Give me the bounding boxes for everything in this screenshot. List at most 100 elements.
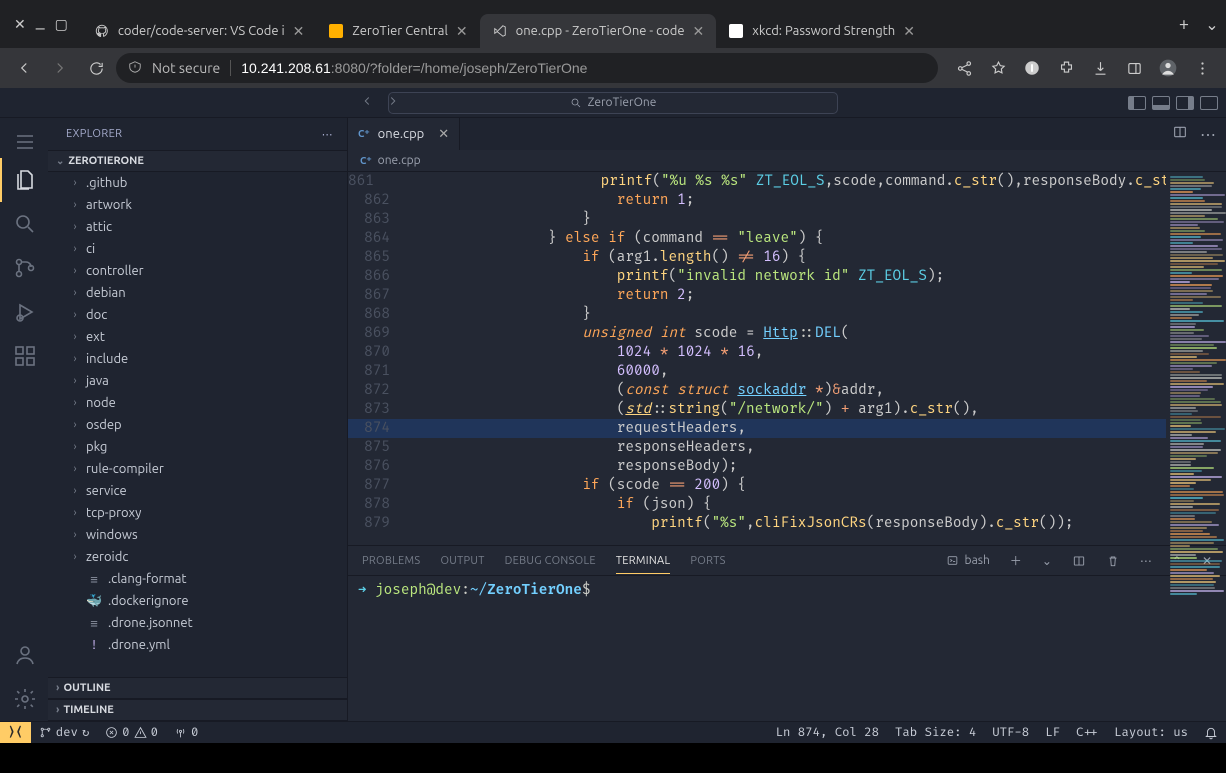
- close-icon[interactable]: ✕: [456, 23, 468, 40]
- code-line[interactable]: 873 (std::string("/network/") + arg1).c_…: [348, 400, 1166, 419]
- tabs-dropdown-icon[interactable]: ⌄: [1198, 0, 1226, 48]
- status-encoding[interactable]: UTF-8: [984, 725, 1037, 740]
- terminal-profile-label[interactable]: bash: [946, 554, 990, 567]
- tree-folder[interactable]: ›rule-compiler: [48, 458, 347, 480]
- window-close-icon[interactable]: ✕: [14, 16, 26, 33]
- tree-folder[interactable]: ›java: [48, 370, 347, 392]
- tree-folder[interactable]: ›osdep: [48, 414, 347, 436]
- layout-right-icon[interactable]: [1176, 96, 1194, 110]
- tree-folder[interactable]: ›windows: [48, 524, 347, 546]
- code-line[interactable]: 871 60000,: [348, 362, 1166, 381]
- status-branch[interactable]: dev ↻: [31, 725, 97, 740]
- browser-tab[interactable]: one.cpp - ZeroTierOne - code ✕: [480, 14, 717, 48]
- activity-settings-icon[interactable]: [0, 677, 48, 721]
- omnibox[interactable]: Not secure 10.241.208.61:8080/?folder=/h…: [116, 53, 938, 83]
- code-line[interactable]: 862 return 1;: [348, 191, 1166, 210]
- terminal-body[interactable]: ➜ joseph@dev:~/ZeroTierOne$: [348, 576, 1226, 721]
- activity-debug-icon[interactable]: [0, 290, 48, 334]
- new-tab-button[interactable]: +: [1170, 0, 1198, 48]
- activity-extensions-icon[interactable]: [0, 334, 48, 378]
- tree-folder[interactable]: ›pkg: [48, 436, 347, 458]
- code-line[interactable]: 865 if (arg1.length() != 16) {: [348, 248, 1166, 267]
- terminal-dropdown-icon[interactable]: ⌄: [1042, 554, 1052, 568]
- tree-folder[interactable]: ›ext: [48, 326, 347, 348]
- code-line[interactable]: 863 }: [348, 210, 1166, 229]
- panel-tab[interactable]: DEBUG CONSOLE: [505, 555, 596, 567]
- bookmark-star-icon[interactable]: [982, 52, 1014, 84]
- tree-file[interactable]: !.drone.yml: [48, 634, 347, 656]
- activity-search-icon[interactable]: [0, 202, 48, 246]
- sidepanel-icon[interactable]: [1118, 52, 1150, 84]
- kill-terminal-icon[interactable]: [1106, 554, 1120, 568]
- tree-folder[interactable]: ›tcp-proxy: [48, 502, 347, 524]
- explorer-root[interactable]: ⌄ ZEROTIERONE: [48, 150, 347, 172]
- code-line[interactable]: 867 return 2;: [348, 286, 1166, 305]
- menu-hamburger-icon[interactable]: [0, 126, 48, 158]
- sync-icon[interactable]: ↻: [82, 725, 89, 740]
- editor-nav-back-icon[interactable]: [360, 94, 374, 112]
- tree-folder[interactable]: ›doc: [48, 304, 347, 326]
- explorer-more-icon[interactable]: ⋯: [322, 128, 333, 141]
- tree-folder[interactable]: ›debian: [48, 282, 347, 304]
- code-line[interactable]: 861 printf("%u %s %s" ZT_EOL_S,scode,com…: [348, 172, 1166, 191]
- close-icon[interactable]: ✕: [293, 23, 305, 40]
- status-bell-icon[interactable]: [1196, 726, 1226, 740]
- split-terminal-icon[interactable]: [1072, 554, 1086, 568]
- new-terminal-icon[interactable]: ＋: [1010, 552, 1022, 569]
- code-line[interactable]: 868 }: [348, 305, 1166, 324]
- status-eol[interactable]: LF: [1037, 725, 1068, 740]
- code-line[interactable]: 877 if (scode == 200) {: [348, 476, 1166, 495]
- tree-file[interactable]: ≡.clang-format: [48, 568, 347, 590]
- tree-folder[interactable]: ›ci: [48, 238, 347, 260]
- code-line[interactable]: 870 1024 * 1024 * 16,: [348, 343, 1166, 362]
- panel-more-icon[interactable]: ⋯: [1140, 554, 1152, 568]
- status-tab-size[interactable]: Tab Size: 4: [887, 725, 984, 740]
- close-icon[interactable]: ✕: [903, 23, 915, 40]
- panel-tab[interactable]: PORTS: [690, 555, 725, 567]
- editor-more-icon[interactable]: ⋯: [1200, 125, 1216, 144]
- window-maximize-icon[interactable]: ▢: [55, 16, 68, 33]
- tree-folder[interactable]: ›service: [48, 480, 347, 502]
- status-lang[interactable]: C++: [1068, 725, 1106, 740]
- tree-folder[interactable]: ›zeroidc: [48, 546, 347, 568]
- code-line[interactable]: 875 responseHeaders,: [348, 438, 1166, 457]
- tree-file[interactable]: 🐳.dockerignore: [48, 590, 347, 612]
- window-minimize-icon[interactable]: _: [36, 10, 45, 30]
- activity-explorer-icon[interactable]: [0, 158, 48, 202]
- layout-bottom-icon[interactable]: [1152, 96, 1170, 110]
- layout-customize-icon[interactable]: [1200, 96, 1218, 110]
- panel-tab[interactable]: PROBLEMS: [362, 555, 420, 567]
- tree-folder[interactable]: ›.github: [48, 172, 347, 194]
- layout-left-icon[interactable]: [1128, 96, 1146, 110]
- status-layout[interactable]: Layout: us: [1106, 725, 1196, 740]
- nav-reload-icon[interactable]: [80, 52, 112, 84]
- browser-tab[interactable]: coder/code-server: VS Code i ✕: [82, 14, 317, 48]
- browser-menu-icon[interactable]: [1186, 52, 1218, 84]
- tree-folder[interactable]: ›attic: [48, 216, 347, 238]
- profile-avatar-icon[interactable]: [1152, 52, 1184, 84]
- split-editor-icon[interactable]: [1172, 124, 1188, 144]
- command-center-search[interactable]: ZeroTierOne: [388, 92, 838, 114]
- code-line[interactable]: 876 responseBody);: [348, 457, 1166, 476]
- breadcrumb-file[interactable]: one.cpp: [378, 154, 421, 167]
- browser-tab[interactable]: ZeroTier Central ✕: [316, 14, 479, 48]
- tree-folder[interactable]: ›artwork: [48, 194, 347, 216]
- code-line[interactable]: 869 unsigned int scode = Http::DEL(: [348, 324, 1166, 343]
- panel-tab[interactable]: OUTPUT: [440, 555, 484, 567]
- close-icon[interactable]: ✕: [438, 127, 449, 142]
- status-ports[interactable]: 0: [166, 725, 206, 740]
- code-line[interactable]: 872 (const struct sockaddr *)&addr,: [348, 381, 1166, 400]
- status-ln-col[interactable]: Ln 874, Col 28: [768, 725, 887, 740]
- share-icon[interactable]: [948, 52, 980, 84]
- activity-source-control-icon[interactable]: [0, 246, 48, 290]
- timeline-section[interactable]: › TIMELINE: [48, 699, 347, 721]
- tree-folder[interactable]: ›include: [48, 348, 347, 370]
- remote-indicator[interactable]: ⟩⟨: [0, 722, 31, 743]
- status-problems[interactable]: 0 0: [97, 725, 166, 740]
- tree-folder[interactable]: ›node: [48, 392, 347, 414]
- extension-1password-icon[interactable]: [1016, 52, 1048, 84]
- outline-section[interactable]: › OUTLINE: [48, 677, 347, 699]
- extensions-icon[interactable]: [1050, 52, 1082, 84]
- code-line[interactable]: 879 printf("%s",cliFixJsonCRs(responseBo…: [348, 514, 1166, 533]
- nav-back-icon[interactable]: [8, 52, 40, 84]
